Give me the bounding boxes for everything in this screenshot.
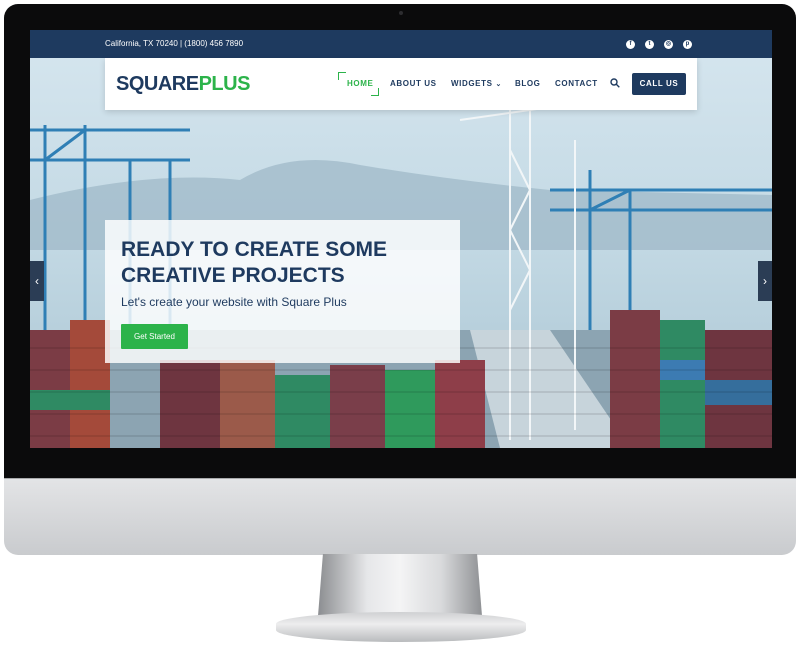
hero-title: READY TO CREATE SOME CREATIVE PROJECTS: [121, 237, 387, 289]
chevron-right-icon: ›: [763, 274, 767, 288]
pinterest-icon[interactable]: p: [683, 40, 692, 49]
main-navbar: SQUAREPLUS HOME ABOUT US WIDGETS ⌄ BLOG C…: [105, 58, 697, 110]
hero-card: READY TO CREATE SOME CREATIVE PROJECTS L…: [105, 220, 460, 363]
instagram-icon[interactable]: ◎: [664, 40, 673, 49]
facebook-icon[interactable]: f: [626, 40, 635, 49]
nav-item-blog[interactable]: BLOG: [515, 79, 541, 88]
active-bracket-top-left: [338, 72, 346, 80]
nav-item-about-us[interactable]: ABOUT US: [390, 79, 437, 88]
hero-title-line-2: CREATIVE PROJECTS: [121, 264, 345, 287]
nav-item-widgets-label: WIDGETS: [451, 79, 493, 88]
monitor-stand-foot: [276, 612, 526, 642]
logo-text-plus: PLUS: [198, 73, 251, 95]
camera-dot: [399, 11, 403, 15]
monitor-chin: [4, 478, 796, 555]
screen: California, TX 70240 | (1800) 456 7890 f…: [30, 30, 772, 448]
nav-item-contact[interactable]: CONTACT: [555, 79, 598, 88]
call-us-button[interactable]: CALL US: [632, 73, 686, 95]
contact-info: California, TX 70240 | (1800) 456 7890: [105, 39, 244, 48]
active-bracket-bottom-right: [371, 88, 379, 96]
top-bar: California, TX 70240 | (1800) 456 7890 f…: [30, 30, 772, 58]
chevron-left-icon: ‹: [35, 274, 39, 288]
nav-item-widgets[interactable]: WIDGETS ⌄: [451, 79, 502, 88]
slider-next-button[interactable]: ›: [758, 261, 772, 301]
monitor-stand-neck: [318, 554, 482, 616]
search-icon[interactable]: [610, 78, 620, 88]
chevron-down-icon: ⌄: [495, 81, 503, 88]
hero-subtitle: Let's create your website with Square Pl…: [121, 295, 347, 309]
nav-item-home[interactable]: HOME: [347, 79, 373, 88]
site-logo[interactable]: SQUAREPLUS: [116, 73, 250, 96]
hero-title-line-1: READY TO CREATE SOME: [121, 238, 388, 261]
logo-text-square: SQUARE: [116, 73, 199, 95]
slider-prev-button[interactable]: ‹: [30, 261, 44, 301]
twitter-icon[interactable]: t: [645, 40, 654, 49]
get-started-button[interactable]: Get Started: [121, 324, 188, 349]
